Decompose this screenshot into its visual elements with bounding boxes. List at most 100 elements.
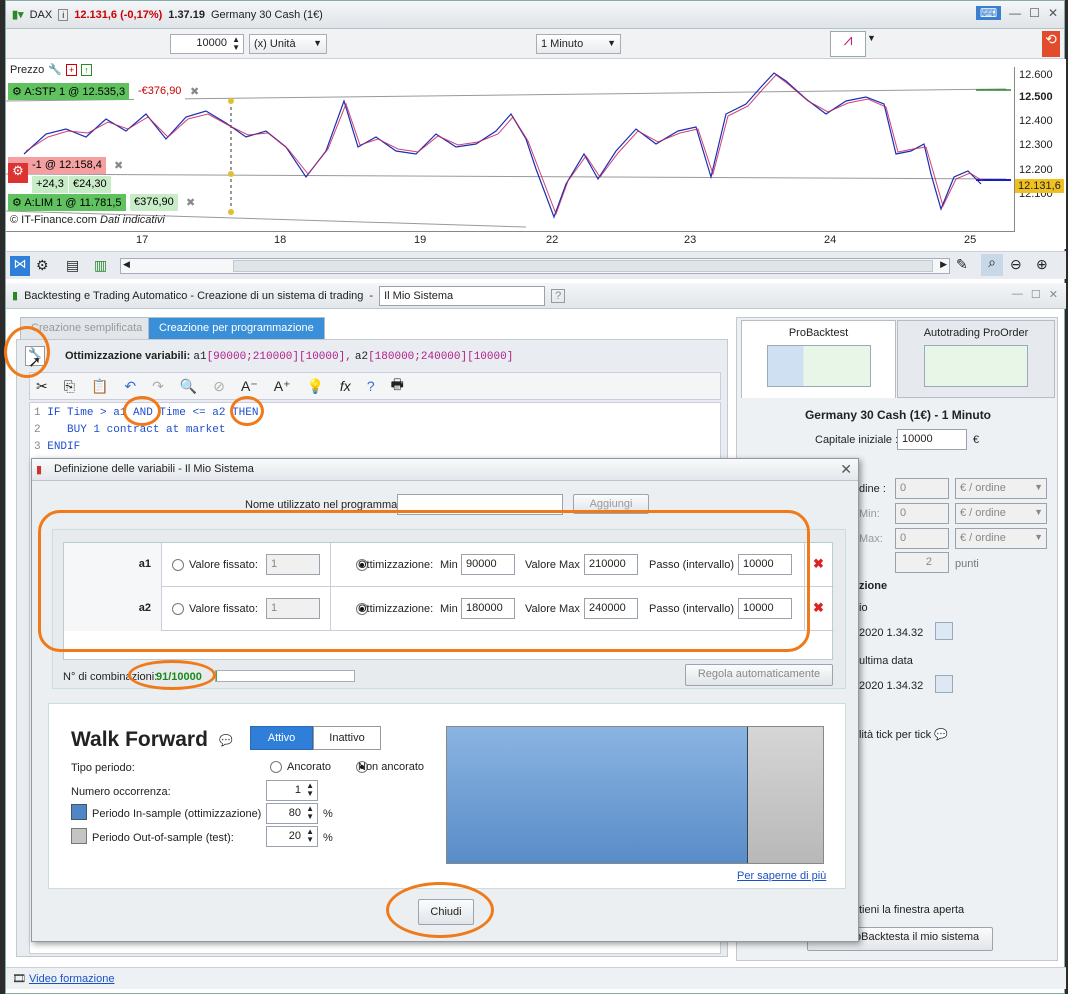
font-smaller-icon[interactable]: A⁻ (241, 378, 258, 395)
fee-input[interactable]: 0 (895, 503, 949, 524)
redo-icon[interactable]: ↷ (152, 378, 164, 395)
chart-scrollbar[interactable]: ◀ ▶ (120, 258, 950, 274)
bar-chart-icon[interactable]: ▮▾ (12, 8, 24, 21)
opt-a1-name: a1 (193, 351, 207, 363)
occurrences-label: Numero occorrenza: (71, 786, 171, 798)
calendar-icon[interactable] (935, 675, 953, 693)
draw-icon[interactable]: ✎ (956, 256, 968, 273)
out-sample-input[interactable]: 20 ▲ ▼ (266, 826, 318, 847)
position-gear-icon[interactable]: ⚙ (8, 163, 28, 183)
y-tick: 12.500 (1019, 91, 1053, 103)
annotation-circle (386, 882, 494, 938)
close-icon[interactable]: ✕ (840, 461, 852, 478)
settings-icon[interactable]: ⚙ (36, 257, 49, 274)
quantity-input[interactable]: 10000 ▲ ▼ (170, 34, 244, 54)
tab-autotrading[interactable]: Autotrading ProOrder (897, 320, 1055, 398)
learn-more-link[interactable]: Per saperne di più (737, 870, 826, 882)
scroll-thumb[interactable] (233, 260, 933, 272)
font-larger-icon[interactable]: A⁺ (274, 378, 291, 395)
side-panel-icon[interactable]: ⟲ (1042, 31, 1060, 57)
stop-order-tag[interactable]: ⚙ A:STP 1 @ 12.535,3 (8, 83, 130, 100)
period-type-label: Tipo periodo: (71, 762, 135, 774)
fee-input[interactable]: 0 (895, 528, 949, 549)
cut-icon[interactable]: ✂ (36, 378, 48, 395)
spinner-icon[interactable]: ▲ ▼ (306, 828, 314, 844)
timeframe-select[interactable]: 1 Minuto ▼ (536, 34, 621, 54)
copyright: © IT-Finance.com Dati indicativi (10, 214, 165, 226)
minimize-icon[interactable]: — (1012, 288, 1023, 301)
occurrences-input[interactable]: 1 ▲ ▼ (266, 780, 318, 801)
indicators-icon[interactable]: ⩘ (830, 31, 866, 57)
fee-input[interactable]: 0 (895, 478, 949, 499)
chevron-down-icon: ▼ (1034, 482, 1043, 492)
scroll-right-icon[interactable]: ▶ (940, 259, 947, 270)
in-sample-input[interactable]: 80 ▲ ▼ (266, 803, 318, 824)
tab-probacktest[interactable]: ProBacktest (741, 320, 896, 398)
undo-icon[interactable]: ↶ (124, 378, 136, 395)
cancel-position-icon[interactable]: ✖ (110, 157, 127, 174)
search-icon[interactable]: 🔍 (180, 378, 197, 395)
video-training-link[interactable]: Video formazione (29, 973, 114, 985)
speech-bubble-icon[interactable]: 💬 (219, 734, 233, 747)
price-chart[interactable]: Prezzo 🔧 + ↑ ⚙ A:STP 1 @ 12.535,3 -€376,… (6, 59, 1066, 249)
chevron-down-icon: ▼ (1034, 507, 1043, 517)
minimize-icon[interactable]: — (1009, 6, 1021, 20)
comment-icon[interactable]: ⊘ (213, 378, 225, 395)
close-icon[interactable]: ✕ (1048, 6, 1058, 20)
y-tick: 12.600 (1019, 69, 1053, 81)
auto-adjust-button[interactable]: Regola automaticamente (685, 664, 833, 686)
help-icon[interactable]: ? (367, 378, 375, 394)
keyboard-icon[interactable]: ⌨ (975, 6, 1002, 20)
delete-variable-icon[interactable]: ✖ (813, 556, 824, 572)
speech-bubble-icon[interactable]: 💬 (934, 729, 948, 741)
maximize-icon[interactable]: ☐ (1029, 6, 1040, 20)
maximize-icon[interactable]: ☐ (1031, 288, 1041, 301)
cancel-limit-icon[interactable]: ✖ (182, 194, 199, 211)
help-icon[interactable]: ? (551, 288, 566, 303)
spinner-icon[interactable]: ▲ ▼ (306, 782, 314, 798)
walk-forward-active-button[interactable]: Attivo (250, 726, 313, 750)
unit-select[interactable]: (x) Unità ▼ (249, 34, 327, 54)
end-date[interactable]: 2020 1.34.32 (859, 680, 923, 692)
calendar-icon[interactable] (935, 622, 953, 640)
zoom-fit-icon[interactable]: ⌕ (981, 254, 1003, 276)
percent-sign: % (323, 832, 333, 844)
lightbulb-icon[interactable]: 💡 (306, 378, 323, 395)
info-icon[interactable]: i (58, 8, 69, 21)
spread-input[interactable]: 2 (895, 552, 949, 573)
walk-forward-inactive-button[interactable]: Inattivo (313, 726, 381, 750)
out-sample-label: Periodo Out-of-sample (test): (92, 832, 234, 844)
paste-icon[interactable]: 📋 (91, 378, 108, 395)
instrument-symbol[interactable]: DAX (30, 9, 53, 21)
candles-icon[interactable]: ▥ (94, 257, 107, 274)
function-icon[interactable]: fx (340, 378, 351, 394)
zoom-out-icon[interactable]: ⊖ (1010, 256, 1022, 273)
opt-a1-range: [90000;210000][10000], (206, 351, 352, 363)
spinner-icon[interactable]: ▲ ▼ (232, 36, 240, 52)
zoom-in-icon[interactable]: ⊕ (1036, 256, 1048, 273)
keep-open-label[interactable]: tieni la finestra aperta (859, 904, 964, 916)
share-icon[interactable]: ⋈ (10, 256, 30, 276)
indicators-menu-chevron-icon[interactable]: ▼ (867, 33, 876, 43)
limit-order-tag[interactable]: ⚙ A:LIM 1 @ 11.781,5 (8, 194, 126, 211)
copy-icon[interactable]: ⎘ (64, 378, 75, 395)
start-date[interactable]: 2020 1.34.32 (859, 627, 923, 639)
table-icon[interactable]: ▤ (66, 257, 79, 274)
cancel-stop-icon[interactable]: ✖ (186, 83, 203, 100)
spinner-icon[interactable]: ▲ ▼ (306, 805, 314, 821)
print-icon[interactable]: 🖶 (391, 374, 404, 398)
price-change: 12.131,6 (-0,17%) (74, 8, 163, 21)
capital-input[interactable]: 10000 (897, 429, 967, 450)
delete-variable-icon[interactable]: ✖ (813, 600, 824, 616)
in-sample-bar (447, 727, 748, 863)
annotation-circle (230, 396, 264, 426)
scroll-left-icon[interactable]: ◀ (123, 259, 130, 270)
fee-unit-select[interactable]: € / ordine ▼ (955, 503, 1047, 524)
system-name-field[interactable]: Il Mio Sistema (379, 285, 546, 306)
instrument-name: Germany 30 Cash (1€) (210, 8, 323, 21)
tab-programming-creation[interactable]: Creazione per programmazione (148, 317, 325, 339)
close-icon[interactable]: ✕ (1049, 288, 1058, 301)
fee-unit-select[interactable]: € / ordine ▼ (955, 528, 1047, 549)
anchored-radio[interactable] (270, 761, 282, 774)
fee-unit-select[interactable]: € / ordine ▼ (955, 478, 1047, 499)
